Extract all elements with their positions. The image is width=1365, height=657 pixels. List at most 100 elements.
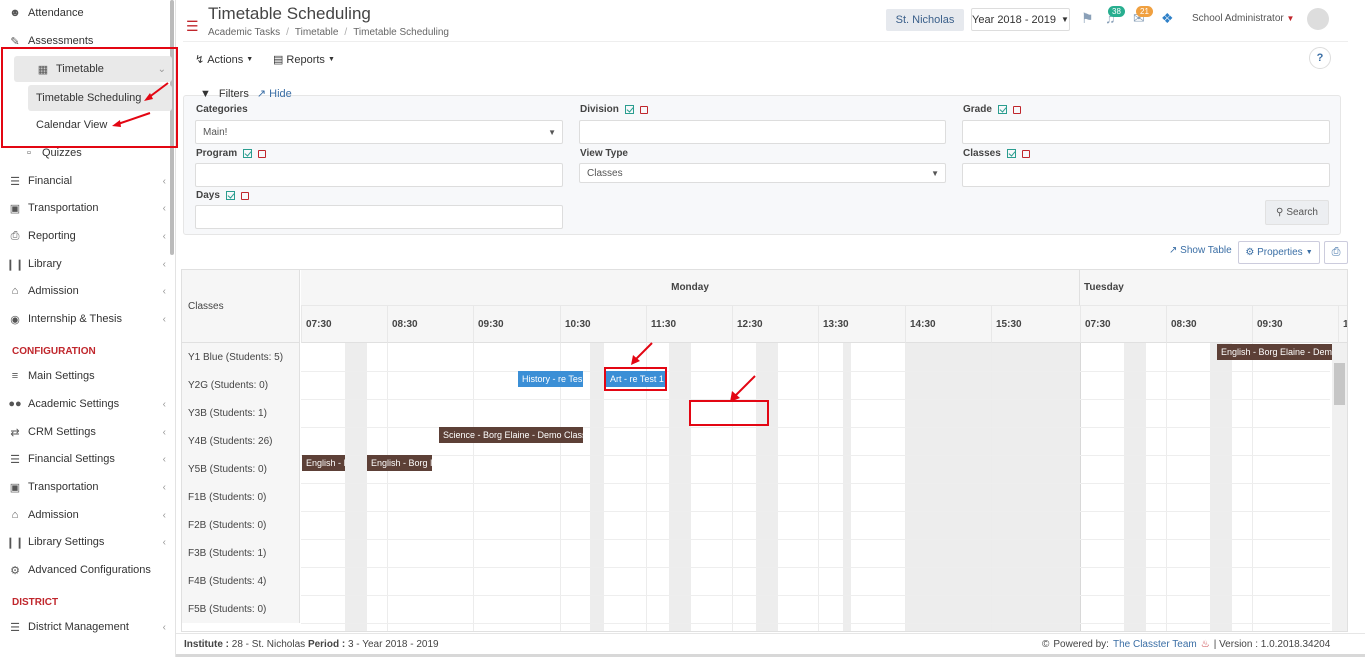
layers-icon[interactable]: ❖ <box>1161 10 1174 27</box>
help-button[interactable]: ? <box>1309 47 1331 69</box>
annotation-arrow-event <box>631 342 653 365</box>
grid-line <box>301 595 1330 596</box>
clear-selection-checkbox[interactable] <box>639 105 648 114</box>
classes-label: Classes <box>963 148 1030 159</box>
class-row-header: F5B (Students: 0) <box>182 595 300 623</box>
grid-line <box>301 567 1330 568</box>
sidebar-item-label: Internship & Thesis <box>28 313 122 325</box>
class-row-header: F4B (Students: 4) <box>182 567 300 595</box>
view-type-value: Classes <box>587 167 623 179</box>
select-all-checkbox[interactable] <box>1006 149 1016 158</box>
select-all-checkbox[interactable] <box>225 191 235 200</box>
messages-badge: 21 <box>1136 6 1153 17</box>
bolt-icon: ↯ <box>195 54 205 66</box>
sidebar-item-financial-settings[interactable]: ☰ Financial Settings ‹ <box>0 446 172 472</box>
sidebar-item-label: Reporting <box>28 230 76 242</box>
library-icon: ❙❙ <box>5 536 25 549</box>
annotation-arrow-empty-slot <box>730 375 756 402</box>
sidebar-item-advanced-configurations[interactable]: ⚙ Advanced Configurations <box>0 557 172 583</box>
view-type-select[interactable]: Classes ▼ <box>579 163 946 183</box>
program-select[interactable] <box>195 163 563 187</box>
breadcrumb-item[interactable]: Timetable <box>295 27 339 38</box>
sidebar-item-reporting[interactable]: ⎙ Reporting ‹ <box>0 223 172 249</box>
break-shade <box>590 343 604 631</box>
timetable-event[interactable]: English - Borg Elaine - Demo <box>1217 344 1333 360</box>
class-row-header: F3B (Students: 1) <box>182 539 300 567</box>
scrollbar-thumb[interactable] <box>1334 363 1345 405</box>
search-button[interactable]: ⚲ Search <box>1265 200 1329 225</box>
grade-select[interactable] <box>962 120 1330 144</box>
grid-line <box>1080 343 1081 631</box>
avatar[interactable] <box>1307 8 1329 30</box>
print-button[interactable]: ⎙ <box>1324 241 1348 264</box>
year-select[interactable]: Year 2018 - 2019 ▼ <box>971 8 1070 31</box>
categories-label: Categories <box>196 104 248 115</box>
grid-line <box>301 455 1330 456</box>
sidebar-item-admission-settings[interactable]: ⌂ Admission ‹ <box>0 502 172 528</box>
timetable-event[interactable]: English - I <box>302 455 345 471</box>
sidebar-item-financial[interactable]: ☰ Financial ‹ <box>0 168 172 194</box>
select-all-checkbox[interactable] <box>997 105 1007 114</box>
sidebar-item-transportation[interactable]: ▣ Transportation ‹ <box>0 195 172 221</box>
division-select[interactable] <box>579 120 946 144</box>
timetable-event[interactable]: Science - Borg Elaine - Demo Classr <box>439 427 583 443</box>
sidebar-item-district-management[interactable]: ☰ District Management ‹ <box>0 614 172 640</box>
user-menu[interactable]: School Administrator ▼ <box>1192 13 1294 24</box>
printer-icon: ⎙ <box>10 229 20 242</box>
footer-credits: © Powered by: The Classter Team ♨ | Vers… <box>1042 639 1331 650</box>
quiz-icon: ▫ <box>27 147 31 159</box>
chevron-left-icon: ‹ <box>162 481 166 493</box>
timetable-event[interactable]: English - Borg I <box>367 455 432 471</box>
break-shade <box>905 343 1080 631</box>
chevron-left-icon: ‹ <box>162 230 166 242</box>
reports-button[interactable]: ▤ Reports ▼ <box>273 53 335 67</box>
categories-select-value: Main! <box>203 126 228 138</box>
clear-selection-checkbox[interactable] <box>1012 105 1021 114</box>
hour-header: 15:30 <box>991 306 1080 343</box>
categories-select[interactable]: Main! ▼ <box>195 120 563 144</box>
sidebar-item-library-settings[interactable]: ❙❙ Library Settings ‹ <box>0 529 172 555</box>
select-all-checkbox[interactable] <box>243 149 253 158</box>
select-all-checkbox[interactable] <box>624 105 634 114</box>
printer-icon: ⎙ <box>1331 246 1341 258</box>
hide-filters-link[interactable]: ↗ Hide <box>257 87 292 100</box>
grid-line <box>301 539 1330 540</box>
timetable-event[interactable]: History - re Tes <box>518 371 583 387</box>
sidebar-item-attendance[interactable]: ☻ Attendance <box>0 0 172 26</box>
clear-selection-checkbox[interactable] <box>258 149 267 158</box>
clear-selection-checkbox[interactable] <box>240 191 249 200</box>
grade-label: Grade <box>963 104 1021 115</box>
sidebar-item-crm-settings[interactable]: ⇄ CRM Settings ‹ <box>0 419 172 445</box>
show-table-link[interactable]: ↗ Show Table <box>1169 245 1232 256</box>
hour-header: 12:30 <box>732 306 818 343</box>
days-select[interactable] <box>195 205 563 229</box>
program-label: Program <box>196 148 267 159</box>
sidebar-item-label: Transportation <box>28 481 99 493</box>
grid-line <box>1166 343 1167 631</box>
menu-toggle-icon[interactable]: ☰ <box>186 18 199 35</box>
sidebar-item-library[interactable]: ❙❙ Library ‹ <box>0 251 172 277</box>
divider <box>176 633 1365 634</box>
sidebar-item-academic-settings[interactable]: ●● Academic Settings ‹ <box>0 391 172 417</box>
institute-button[interactable]: St. Nicholas <box>886 9 964 31</box>
sidebar-item-label: CRM Settings <box>28 426 96 438</box>
timetable-grid: Classes Monday Tuesday 07:30 08:30 09:30… <box>181 269 1348 632</box>
sidebar-item-admission[interactable]: ⌂ Admission ‹ <box>0 278 172 304</box>
properties-button[interactable]: ⚙ Properties ▼ <box>1238 241 1320 264</box>
sidebar-item-internship[interactable]: ◉ Internship & Thesis ‹ <box>0 306 172 332</box>
classter-team-link[interactable]: The Classter Team <box>1113 639 1197 650</box>
sidebar-item-main-settings[interactable]: ≡ Main Settings <box>0 363 172 389</box>
flag-icon[interactable]: ⚑ <box>1081 10 1094 27</box>
file-icon: ▤ <box>273 54 284 66</box>
actions-button[interactable]: ↯ Actions ▼ <box>195 53 254 67</box>
caret-down-icon: ▼ <box>246 56 254 63</box>
class-row-header: F1B (Students: 0) <box>182 483 300 511</box>
clear-selection-checkbox[interactable] <box>1021 149 1030 158</box>
classes-select[interactable] <box>962 163 1330 187</box>
filter-icon: ▼ <box>200 87 211 100</box>
breadcrumb-item[interactable]: Academic Tasks <box>208 27 280 38</box>
timetable-scrollbar[interactable] <box>1332 343 1347 631</box>
hour-header: 07:30 <box>301 306 387 343</box>
class-row-header: Y5B (Students: 0) <box>182 455 300 483</box>
sidebar-item-transportation-settings[interactable]: ▣ Transportation ‹ <box>0 474 172 500</box>
